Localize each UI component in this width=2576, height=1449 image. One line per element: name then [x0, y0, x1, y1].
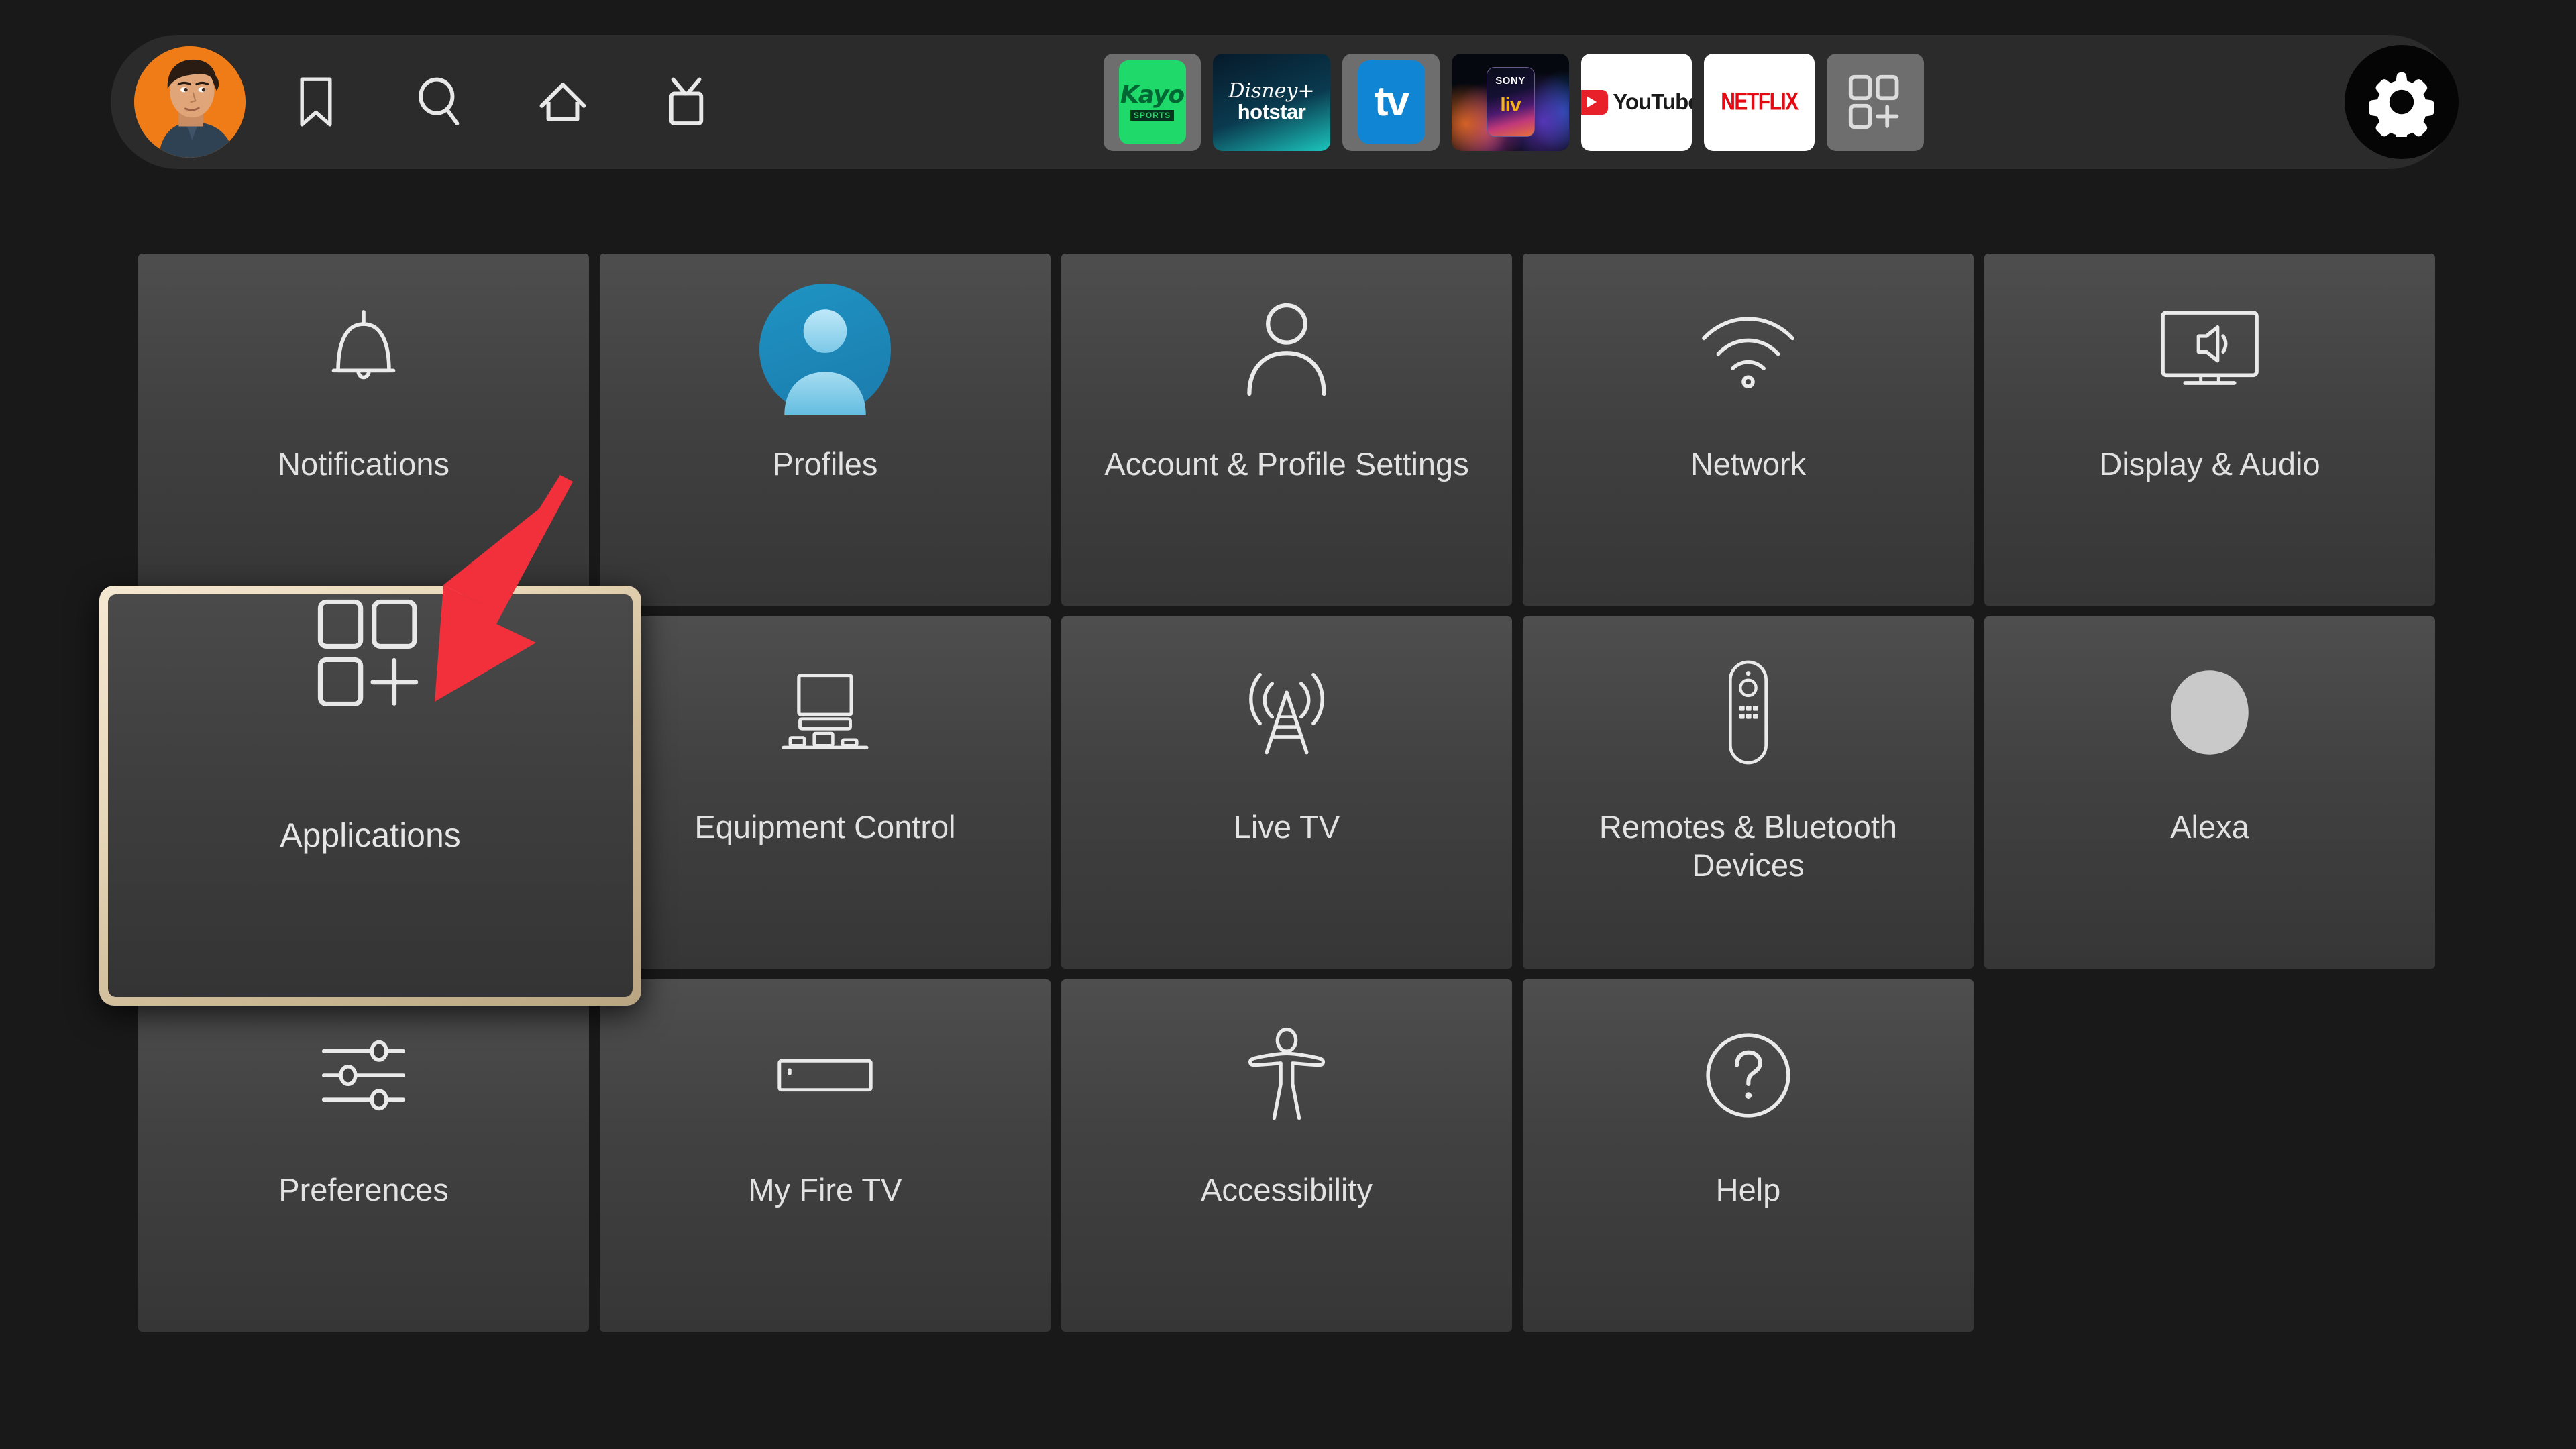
app-shortcut-youtube[interactable]: YouTube	[1581, 53, 1692, 151]
top-navigation-bar: Kayo SPORTS Disney+ hotstar tv SONY liv	[111, 35, 2459, 169]
app-shortcuts-group: Kayo SPORTS Disney+ hotstar tv SONY liv	[1104, 35, 1924, 169]
tile-icon-wrap	[1523, 254, 1974, 445]
tile-icon-wrap	[600, 254, 1051, 445]
app-shortcut-sony-liv[interactable]: SONY liv	[1452, 53, 1569, 151]
netflix-wordmark: NETFLIX	[1721, 87, 1799, 115]
settings-tile-account-settings[interactable]: Account & Profile Settings	[1061, 254, 1512, 606]
app-shortcut-netflix[interactable]: NETFLIX	[1704, 53, 1815, 151]
tile-icon-wrap	[138, 254, 589, 445]
liv-wordmark: liv	[1500, 94, 1521, 116]
focused-settings-tile-applications[interactable]: Applications	[99, 586, 641, 1006]
home-button[interactable]	[513, 52, 613, 152]
bell-icon	[331, 309, 396, 379]
settings-tile-notifications[interactable]: Notifications	[138, 254, 589, 606]
youtube-logo: YouTube	[1581, 89, 1692, 115]
settings-tile-label: Network	[1690, 446, 1807, 482]
youtube-wordmark: YouTube	[1613, 89, 1692, 114]
tv-speaker-icon	[2161, 310, 2259, 385]
settings-tile-live-tv[interactable]: Live TV	[1061, 616, 1512, 969]
hotstar-wordmark: hotstar	[1237, 99, 1306, 123]
settings-tile-label: Alexa	[2170, 809, 2249, 845]
settings-gear-button[interactable]	[2345, 45, 2459, 159]
settings-tile-label: Account & Profile Settings	[1104, 446, 1469, 482]
settings-tile-alexa[interactable]: Alexa	[1984, 616, 2435, 969]
focused-tile-label: Applications	[280, 816, 461, 854]
profile-avatar-icon	[759, 283, 891, 415]
gear-icon	[2369, 72, 2434, 137]
sony-liv-logo: SONY liv	[1486, 67, 1535, 137]
bookmark-icon	[300, 77, 332, 127]
kayo-sports-subtext: SPORTS	[1130, 110, 1175, 121]
tv-wordmark: tv	[1374, 78, 1409, 125]
settings-tile-label: Help	[1715, 1172, 1781, 1208]
apps-grid-plus-icon	[317, 599, 419, 706]
remote-control-icon	[1729, 660, 1768, 764]
hotstar-logo: Disney+ hotstar	[1228, 78, 1315, 123]
settings-tile-help[interactable]: Help	[1523, 979, 1974, 1332]
kayo-wordmark: Kayo	[1120, 81, 1185, 109]
fire-tv-stick-icon	[777, 1059, 873, 1091]
tile-icon-wrap	[600, 616, 1051, 808]
settings-tile-label: Profiles	[772, 446, 878, 482]
live-tv-icon	[669, 77, 704, 125]
all-apps-button[interactable]	[1827, 53, 1924, 151]
settings-tile-label: Accessibility	[1201, 1172, 1373, 1208]
search-button[interactable]	[389, 52, 490, 152]
apps-grid-plus-icon	[1848, 74, 1898, 129]
home-icon	[539, 83, 586, 121]
app-shortcut-tv[interactable]: tv	[1342, 53, 1440, 151]
search-icon	[419, 77, 460, 125]
tile-icon-wrap	[1984, 254, 2435, 445]
settings-tile-equipment-control[interactable]: Equipment Control	[600, 616, 1051, 969]
settings-tile-accessibility[interactable]: Accessibility	[1061, 979, 1512, 1332]
user-avatar[interactable]	[134, 46, 246, 158]
settings-row: Preferences My Fire TV Accessibility Hel…	[138, 979, 2435, 1332]
live-tv-button[interactable]	[636, 52, 737, 152]
alexa-ring-icon	[2171, 669, 2249, 755]
settings-tile-label: My Fire TV	[748, 1172, 902, 1208]
broadcast-tower-icon	[1249, 672, 1324, 754]
avatar-photo	[134, 46, 246, 158]
disney-plus-wordmark: Disney+	[1228, 78, 1315, 103]
nav-left-group	[134, 46, 737, 158]
tv-equipment-icon	[782, 673, 869, 749]
settings-tile-my-fire-tv[interactable]: My Fire TV	[600, 979, 1051, 1332]
settings-tile-remotes-bluetooth[interactable]: Remotes & Bluetooth Devices	[1523, 616, 1974, 969]
settings-tile-label: Remotes & Bluetooth Devices	[1599, 809, 1898, 883]
question-mark-circle-icon	[1706, 1032, 1790, 1118]
settings-tile-profiles[interactable]: Profiles	[600, 254, 1051, 606]
settings-tile-label: Notifications	[278, 446, 449, 482]
settings-tile-preferences[interactable]: Preferences	[138, 979, 589, 1332]
settings-row: Notifications Profiles Account & Profile…	[138, 254, 2435, 606]
youtube-play-icon	[1581, 89, 1609, 115]
focused-tile-inner: Applications	[108, 594, 633, 997]
settings-tile-label: Preferences	[278, 1172, 449, 1208]
settings-tile-label: Equipment Control	[694, 809, 956, 845]
tile-icon-wrap	[313, 594, 428, 816]
tile-icon-wrap	[1523, 616, 1974, 808]
settings-tile-label: Live TV	[1233, 809, 1340, 845]
app-shortcut-disney-hotstar[interactable]: Disney+ hotstar	[1213, 53, 1330, 151]
person-icon	[1247, 303, 1326, 396]
wifi-icon	[1702, 316, 1794, 388]
tile-icon-wrap	[1061, 254, 1512, 445]
sidebar-item-watchlist[interactable]	[266, 52, 366, 152]
tile-icon-wrap	[1061, 979, 1512, 1171]
sony-wordmark: SONY	[1495, 75, 1525, 87]
settings-tile-label: Display & Audio	[2099, 446, 2320, 482]
tile-icon-wrap	[600, 979, 1051, 1171]
settings-tile-display-audio[interactable]: Display & Audio	[1984, 254, 2435, 606]
tile-icon-wrap	[1984, 616, 2435, 808]
app-shortcut-kayo-sports[interactable]: Kayo SPORTS	[1104, 53, 1201, 151]
tile-icon-wrap	[1061, 616, 1512, 808]
accessibility-person-icon	[1248, 1027, 1326, 1120]
kayo-logo: Kayo SPORTS	[1118, 60, 1186, 144]
tile-icon-wrap	[138, 979, 589, 1171]
sliders-icon	[321, 1040, 406, 1110]
settings-tile-network[interactable]: Network	[1523, 254, 1974, 606]
settings-tile-empty-slot	[1984, 979, 2435, 1332]
tv-logo: tv	[1357, 60, 1425, 144]
tile-icon-wrap	[1523, 979, 1974, 1171]
